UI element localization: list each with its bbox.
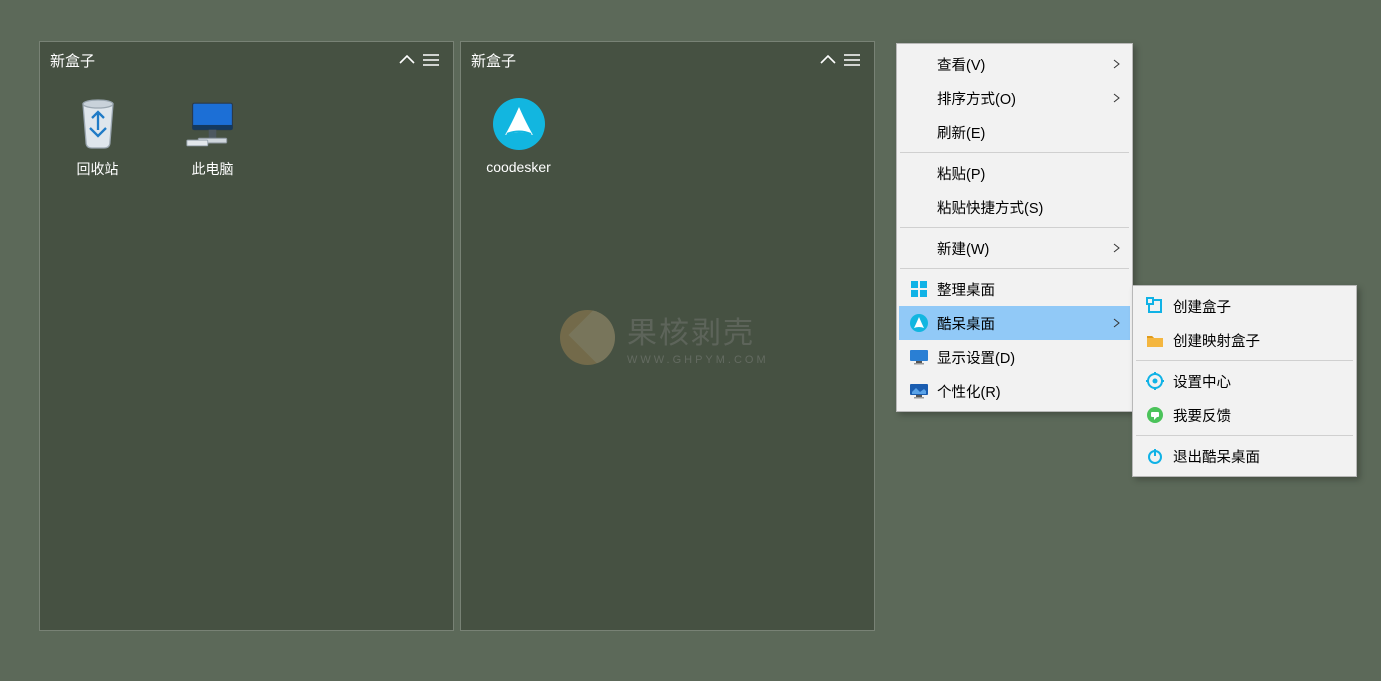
personalize-icon — [907, 379, 931, 403]
menu-tidy-desktop[interactable]: 整理桌面 — [899, 272, 1130, 306]
menu-personalize[interactable]: 个性化(R) — [899, 374, 1130, 408]
coodesker-image — [491, 96, 546, 151]
blank-icon — [907, 195, 931, 219]
submenu-exit[interactable]: 退出酷呆桌面 — [1135, 439, 1354, 473]
collapse-icon[interactable] — [395, 48, 419, 72]
submenu-settings[interactable]: 设置中心 — [1135, 364, 1354, 398]
gear-icon — [1143, 369, 1167, 393]
separator — [1136, 435, 1353, 436]
this-pc-icon[interactable]: 此电脑 — [155, 88, 270, 187]
box-title: 新盒子 — [50, 50, 395, 71]
box-content: coodesker — [461, 78, 874, 193]
icon-label: coodesker — [486, 159, 551, 175]
blank-icon — [907, 52, 931, 76]
menu-refresh[interactable]: 刷新(E) — [899, 115, 1130, 149]
context-submenu[interactable]: 创建盒子 创建映射盒子 设置中心 我要反馈 退出酷呆桌面 — [1132, 285, 1357, 477]
menu-new[interactable]: 新建(W) — [899, 231, 1130, 265]
submenu-create-map-box[interactable]: 创建映射盒子 — [1135, 323, 1354, 357]
menu-paste[interactable]: 粘贴(P) — [899, 156, 1130, 190]
tiles-icon — [907, 277, 931, 301]
recycle-bin-image — [70, 96, 125, 151]
blank-icon — [907, 120, 931, 144]
menu-coodesker[interactable]: 酷呆桌面 — [899, 306, 1130, 340]
separator — [900, 227, 1129, 228]
recycle-bin-icon[interactable]: 回收站 — [40, 88, 155, 187]
this-pc-image — [185, 96, 240, 151]
menu-icon[interactable] — [419, 48, 443, 72]
icon-label: 回收站 — [77, 159, 119, 179]
menu-display-settings[interactable]: 显示设置(D) — [899, 340, 1130, 374]
box-header: 新盒子 — [40, 42, 453, 78]
feedback-icon — [1143, 403, 1167, 427]
blank-icon — [907, 161, 931, 185]
coodesker-icon — [907, 311, 931, 335]
display-icon — [907, 345, 931, 369]
separator — [900, 152, 1129, 153]
desktop-box-2[interactable]: 新盒子 coodesker — [460, 41, 875, 631]
box-title: 新盒子 — [471, 50, 816, 71]
menu-sort[interactable]: 排序方式(O) — [899, 81, 1130, 115]
chevron-right-icon — [1110, 59, 1120, 69]
chevron-right-icon — [1110, 93, 1120, 103]
chevron-right-icon — [1110, 318, 1120, 328]
desktop-box-1[interactable]: 新盒子 回收站 — [39, 41, 454, 631]
chevron-right-icon — [1110, 243, 1120, 253]
box-new-icon — [1143, 294, 1167, 318]
power-icon — [1143, 444, 1167, 468]
menu-paste-shortcut[interactable]: 粘贴快捷方式(S) — [899, 190, 1130, 224]
blank-icon — [907, 236, 931, 260]
blank-icon — [907, 86, 931, 110]
separator — [1136, 360, 1353, 361]
box-content: 回收站 此电脑 — [40, 78, 453, 197]
folder-icon — [1143, 328, 1167, 352]
context-menu[interactable]: 查看(V) 排序方式(O) 刷新(E) 粘贴(P) 粘贴快捷方式(S) 新建(W… — [896, 43, 1133, 412]
menu-icon[interactable] — [840, 48, 864, 72]
menu-view[interactable]: 查看(V) — [899, 47, 1130, 81]
icon-label: 此电脑 — [192, 159, 234, 179]
coodesker-icon[interactable]: coodesker — [461, 88, 576, 183]
box-header: 新盒子 — [461, 42, 874, 78]
separator — [900, 268, 1129, 269]
submenu-feedback[interactable]: 我要反馈 — [1135, 398, 1354, 432]
submenu-create-box[interactable]: 创建盒子 — [1135, 289, 1354, 323]
collapse-icon[interactable] — [816, 48, 840, 72]
